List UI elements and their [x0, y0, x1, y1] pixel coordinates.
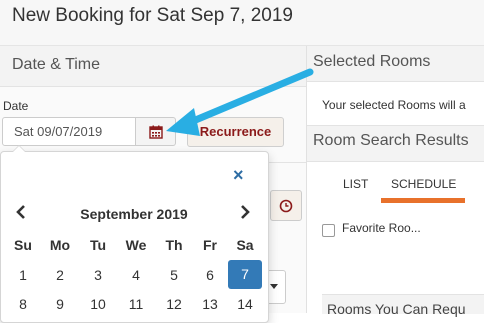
- room-search-results-title: Room Search Results: [313, 132, 469, 149]
- weekday-header: Tu: [89, 237, 107, 253]
- rooms-you-can-request-title: Rooms You Can Requ: [327, 301, 466, 317]
- calendar-day[interactable]: 2: [42, 261, 78, 289]
- favorite-rooms-checkbox[interactable]: [322, 224, 335, 237]
- calendar-day[interactable]: 8: [5, 290, 41, 318]
- caret-down-icon: [270, 284, 278, 289]
- close-icon[interactable]: ×: [233, 166, 244, 184]
- date-label: Date: [3, 99, 29, 113]
- weekday-header: Su: [14, 237, 32, 253]
- calendar-button[interactable]: [136, 117, 176, 146]
- calendar-day[interactable]: 14: [227, 290, 263, 318]
- calendar-day[interactable]: 3: [80, 261, 116, 289]
- clock-icon: [279, 199, 293, 212]
- chevron-left-icon[interactable]: [16, 205, 26, 224]
- page-title: New Booking for Sat Sep 7, 2019: [12, 5, 293, 26]
- datepicker-caret-inner: [13, 146, 25, 152]
- tab-list[interactable]: LIST: [343, 177, 368, 191]
- panel-divider: [306, 46, 307, 313]
- calendar-day[interactable]: 11: [118, 290, 154, 318]
- time-picker-button[interactable]: [270, 190, 302, 221]
- recurrence-button[interactable]: Recurrence: [187, 117, 284, 147]
- date-input[interactable]: Sat 09/07/2019: [2, 117, 136, 146]
- favorite-rooms-label[interactable]: Favorite Roo...: [342, 221, 421, 235]
- calendar-day[interactable]: 4: [118, 261, 154, 289]
- weekday-header: We: [125, 237, 147, 253]
- selected-rooms-title: Selected Rooms: [313, 53, 431, 70]
- calendar-day-selected[interactable]: 7: [228, 260, 262, 289]
- calendar-day[interactable]: 5: [156, 261, 192, 289]
- calendar-day[interactable]: 12: [156, 290, 192, 318]
- calendar-day[interactable]: 13: [192, 290, 228, 318]
- weekday-header: Mo: [49, 237, 71, 253]
- calendar-day[interactable]: 9: [42, 290, 78, 318]
- calendar-day[interactable]: 6: [192, 261, 228, 289]
- calendar-day[interactable]: 1: [5, 261, 41, 289]
- weekday-header: Sa: [236, 237, 254, 253]
- tab-schedule[interactable]: SCHEDULE: [391, 177, 456, 191]
- datepicker-month-label[interactable]: September 2019: [60, 206, 208, 222]
- calendar-day[interactable]: 10: [80, 290, 116, 318]
- active-tab-indicator: [381, 198, 465, 203]
- calendar-icon: [148, 125, 163, 139]
- selected-rooms-message: Your selected Rooms will a: [322, 98, 466, 112]
- date-time-section-title: Date & Time: [12, 56, 101, 73]
- chevron-right-icon[interactable]: [240, 205, 250, 224]
- weekday-header: Th: [165, 237, 183, 253]
- weekday-header: Fr: [203, 237, 217, 253]
